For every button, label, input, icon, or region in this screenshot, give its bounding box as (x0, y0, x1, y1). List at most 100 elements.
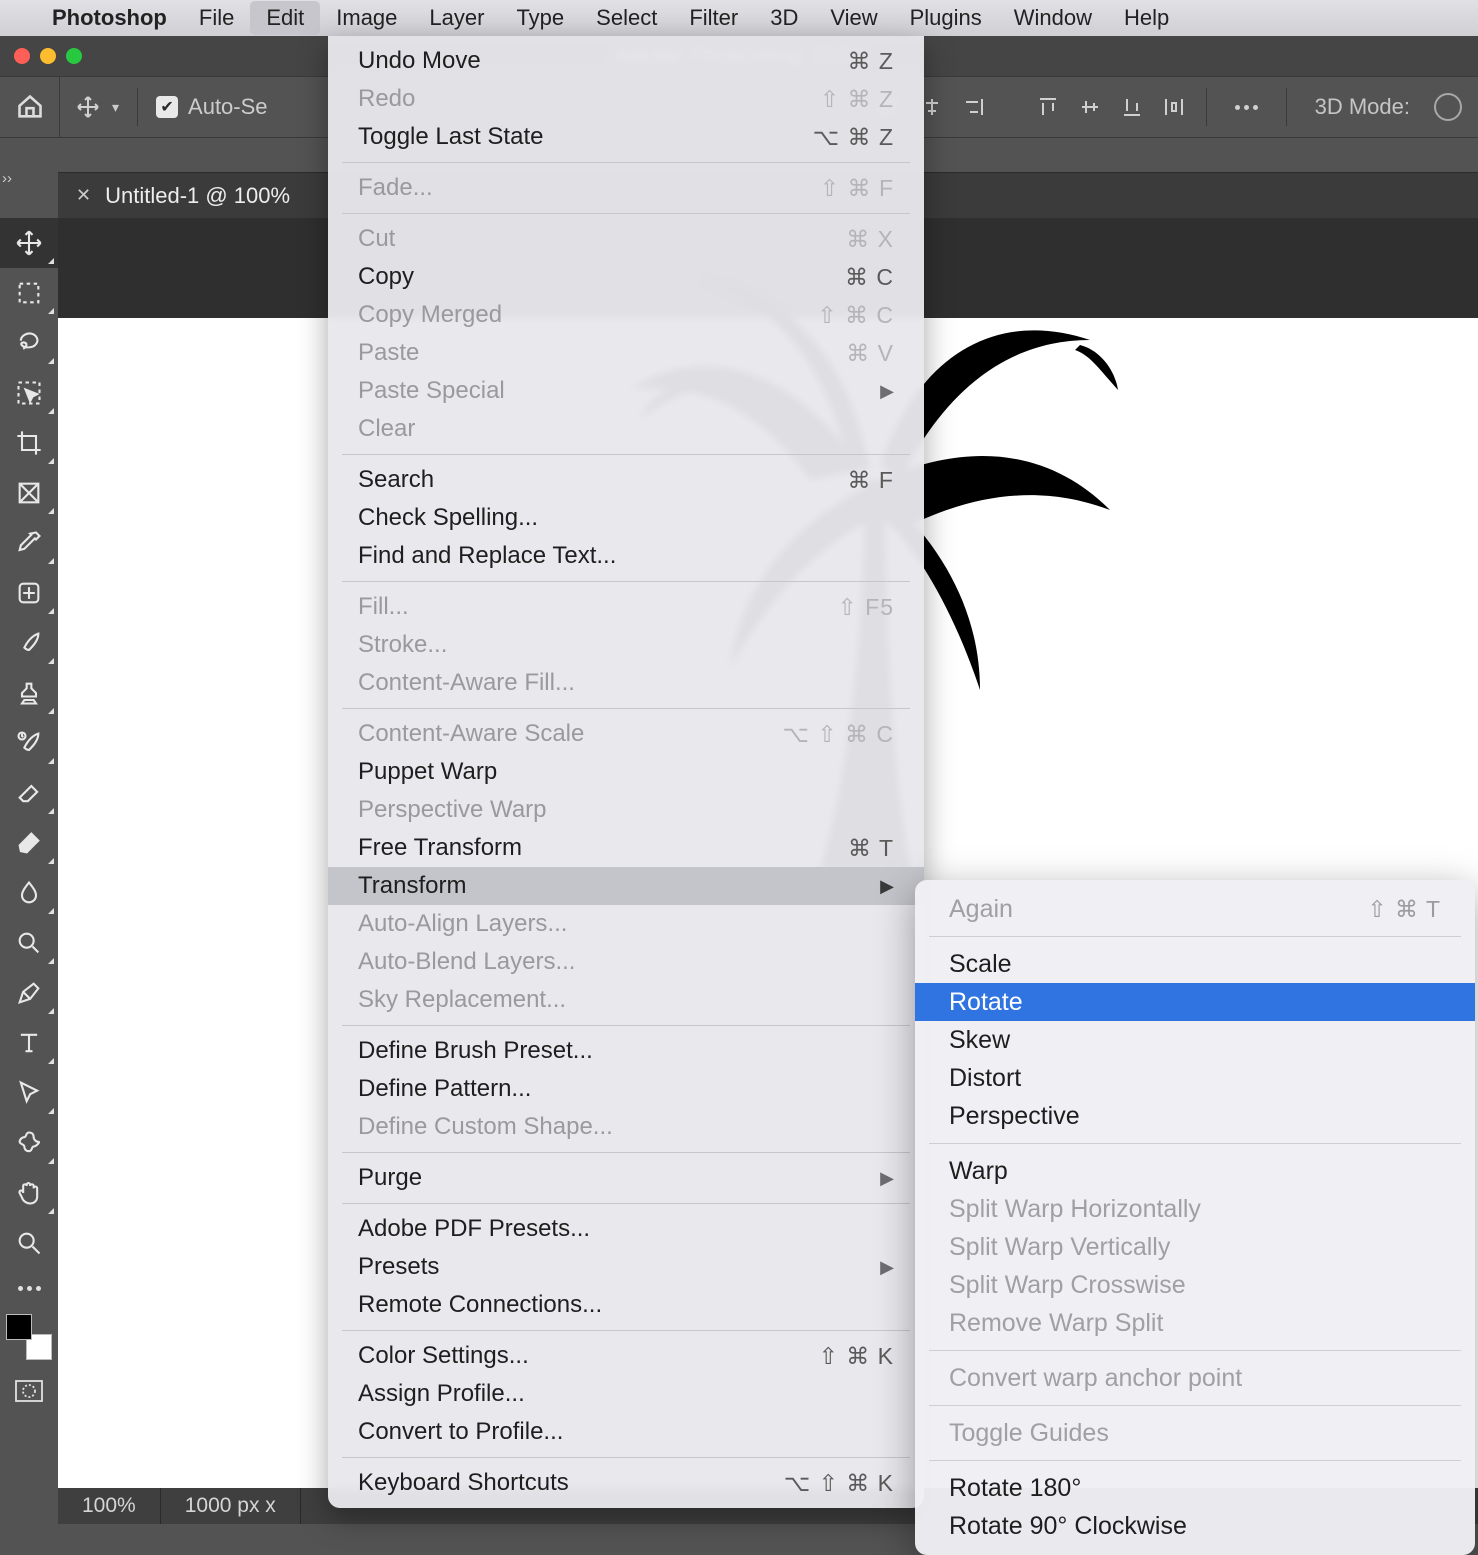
menubar-filter[interactable]: Filter (673, 1, 754, 35)
healing-brush-tool[interactable] (0, 568, 58, 618)
menu-item-fade: Fade...⇧ ⌘ F (328, 169, 924, 207)
fullscreen-window-button[interactable] (66, 48, 82, 64)
submenu-item-rotate-180[interactable]: Rotate 180° (915, 1469, 1475, 1507)
blur-tool[interactable] (0, 868, 58, 918)
edit-toolbar-icon[interactable] (0, 1268, 58, 1308)
align-top-icon[interactable] (1034, 93, 1062, 121)
menu-item-find-and-replace-text[interactable]: Find and Replace Text... (328, 537, 924, 575)
menubar-file[interactable]: File (183, 1, 250, 35)
menu-item-check-spelling[interactable]: Check Spelling... (328, 499, 924, 537)
edit-menu-dropdown: Undo Move⌘ ZRedo⇧ ⌘ ZToggle Last State⌥ … (328, 36, 924, 1508)
submenu-item-scale[interactable]: Scale (915, 945, 1475, 983)
menu-item-paste-special: Paste Special▶ (328, 372, 924, 410)
window-controls (14, 48, 82, 64)
menubar-window[interactable]: Window (998, 1, 1108, 35)
menubar-image[interactable]: Image (320, 1, 413, 35)
quick-mask-icon[interactable] (0, 1366, 58, 1416)
menu-item-search[interactable]: Search⌘ F (328, 461, 924, 499)
menu-item-assign-profile[interactable]: Assign Profile... (328, 1375, 924, 1413)
menubar-help[interactable]: Help (1108, 1, 1185, 35)
shape-tool[interactable] (0, 1118, 58, 1168)
menu-item-purge[interactable]: Purge▶ (328, 1159, 924, 1197)
menubar-select[interactable]: Select (580, 1, 673, 35)
submenu-item-split-warp-crosswise: Split Warp Crosswise (915, 1266, 1475, 1304)
menu-item-define-pattern[interactable]: Define Pattern... (328, 1070, 924, 1108)
zoom-tool[interactable] (0, 1218, 58, 1268)
submenu-item-skew[interactable]: Skew (915, 1021, 1475, 1059)
menubar-layer[interactable]: Layer (413, 1, 500, 35)
menu-item-define-brush-preset[interactable]: Define Brush Preset... (328, 1032, 924, 1070)
hand-tool[interactable] (0, 1168, 58, 1218)
close-window-button[interactable] (14, 48, 30, 64)
marquee-tool[interactable] (0, 268, 58, 318)
home-button[interactable] (0, 77, 60, 137)
menu-item-presets[interactable]: Presets▶ (328, 1248, 924, 1286)
menubar-plugins[interactable]: Plugins (894, 1, 998, 35)
frame-tool[interactable] (0, 468, 58, 518)
menu-item-remote-connections[interactable]: Remote Connections... (328, 1286, 924, 1324)
align-bottom-icon[interactable] (1118, 93, 1146, 121)
pen-tool[interactable] (0, 968, 58, 1018)
foreground-color-swatch[interactable] (6, 1314, 32, 1340)
submenu-item-split-warp-vertically: Split Warp Vertically (915, 1228, 1475, 1266)
menu-item-puppet-warp[interactable]: Puppet Warp (328, 753, 924, 791)
collapse-chevron-icon[interactable]: ›› (2, 170, 12, 187)
document-tab-label: Untitled-1 @ 100% (105, 183, 290, 209)
mac-menubar: Photoshop File Edit Image Layer Type Sel… (0, 0, 1478, 36)
clone-stamp-tool[interactable] (0, 668, 58, 718)
object-select-tool[interactable] (0, 368, 58, 418)
menu-item-stroke: Stroke... (328, 626, 924, 664)
submenu-item-warp[interactable]: Warp (915, 1152, 1475, 1190)
submenu-item-rotate[interactable]: Rotate (915, 983, 1475, 1021)
menubar-type[interactable]: Type (500, 1, 580, 35)
menu-item-convert-to-profile[interactable]: Convert to Profile... (328, 1413, 924, 1451)
lasso-tool[interactable] (0, 318, 58, 368)
menu-item-copy[interactable]: Copy⌘ C (328, 258, 924, 296)
submenu-item-distort[interactable]: Distort (915, 1059, 1475, 1097)
menu-item-clear: Clear (328, 410, 924, 448)
document-tab[interactable]: ✕ Untitled-1 @ 100% (58, 183, 308, 209)
history-brush-tool[interactable] (0, 718, 58, 768)
more-options-icon[interactable] (1225, 105, 1268, 110)
brush-tool[interactable] (0, 618, 58, 668)
distribute-icon[interactable] (1160, 93, 1188, 121)
menu-item-define-custom-shape: Define Custom Shape... (328, 1108, 924, 1146)
close-tab-icon[interactable]: ✕ (76, 185, 91, 206)
align-right-icon[interactable] (960, 93, 988, 121)
zoom-level[interactable]: 100% (58, 1488, 161, 1524)
eraser-tool[interactable] (0, 768, 58, 818)
submenu-item-convert-warp-anchor-point: Convert warp anchor point (915, 1359, 1475, 1397)
type-tool[interactable] (0, 1018, 58, 1068)
submenu-item-toggle-guides: Toggle Guides (915, 1414, 1475, 1452)
minimize-window-button[interactable] (40, 48, 56, 64)
auto-select-checkbox[interactable]: ✔ (156, 96, 178, 118)
move-tool[interactable] (0, 218, 58, 268)
gradient-tool[interactable] (0, 818, 58, 868)
submenu-item-perspective[interactable]: Perspective (915, 1097, 1475, 1135)
transform-submenu: Again⇧ ⌘ TScaleRotateSkewDistortPerspect… (915, 880, 1475, 1555)
menu-item-content-aware-scale: Content-Aware Scale⌥ ⇧ ⌘ C (328, 715, 924, 753)
menubar-view[interactable]: View (814, 1, 893, 35)
align-center-v-icon[interactable] (1076, 93, 1104, 121)
document-dimensions[interactable]: 1000 px x (161, 1488, 301, 1524)
menu-item-content-aware-fill: Content-Aware Fill... (328, 664, 924, 702)
crop-tool[interactable] (0, 418, 58, 468)
tool-preset-chevron-icon[interactable]: ▾ (112, 99, 119, 116)
menu-item-undo-move[interactable]: Undo Move⌘ Z (328, 42, 924, 80)
menu-item-transform[interactable]: Transform▶ (328, 867, 924, 905)
menubar-3d[interactable]: 3D (754, 1, 814, 35)
dodge-tool[interactable] (0, 918, 58, 968)
foreground-background-colors[interactable] (0, 1308, 58, 1366)
menu-item-adobe-pdf-presets[interactable]: Adobe PDF Presets... (328, 1210, 924, 1248)
move-tool-icon[interactable] (74, 93, 102, 121)
menu-item-free-transform[interactable]: Free Transform⌘ T (328, 829, 924, 867)
path-select-tool[interactable] (0, 1068, 58, 1118)
menubar-edit[interactable]: Edit (250, 1, 320, 35)
menu-item-keyboard-shortcuts[interactable]: Keyboard Shortcuts⌥ ⇧ ⌘ K (328, 1464, 924, 1502)
menubar-app[interactable]: Photoshop (36, 1, 183, 35)
menu-item-color-settings[interactable]: Color Settings...⇧ ⌘ K (328, 1337, 924, 1375)
submenu-item-rotate-90-clockwise[interactable]: Rotate 90° Clockwise (915, 1507, 1475, 1545)
eyedropper-tool[interactable] (0, 518, 58, 568)
3d-mode-icon[interactable] (1434, 93, 1462, 121)
menu-item-toggle-last-state[interactable]: Toggle Last State⌥ ⌘ Z (328, 118, 924, 156)
